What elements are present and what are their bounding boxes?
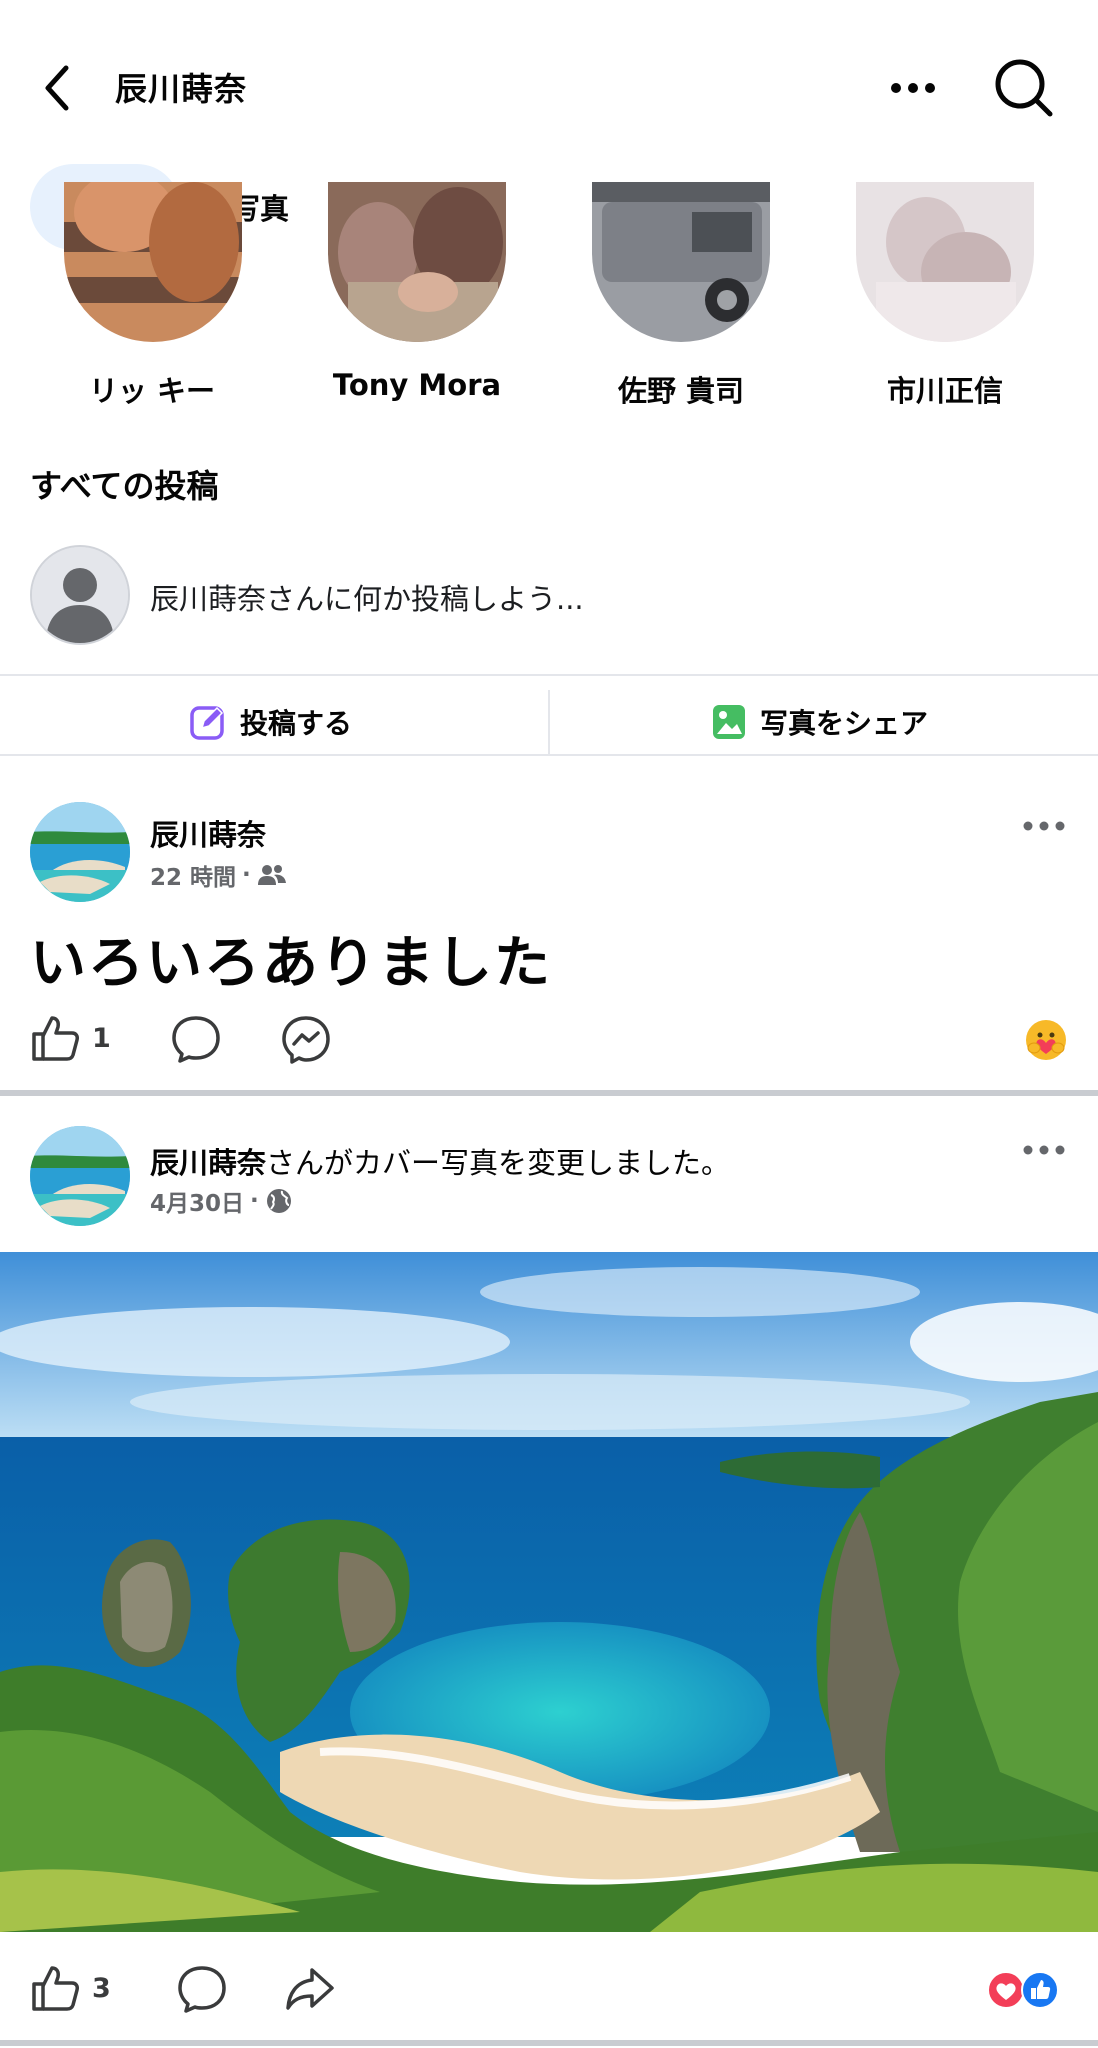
like-button[interactable]: 3: [30, 1964, 111, 2012]
divider: [548, 690, 550, 754]
friend-photo-4[interactable]: [856, 182, 1034, 342]
cover-photo[interactable]: [0, 1252, 1098, 1932]
create-post-label: 投稿する: [240, 707, 353, 740]
meta-separator: ·: [250, 1188, 259, 1214]
messenger-share-button[interactable]: [280, 1014, 332, 1066]
thumbs-up-icon: [32, 1016, 79, 1061]
share-photo-label: 写真をシェア: [760, 707, 929, 740]
comment-icon: [178, 1966, 226, 2013]
friend-photo-2[interactable]: [328, 182, 506, 342]
avatar[interactable]: [30, 545, 130, 645]
comment-icon: [172, 1016, 220, 1063]
thumbs-up-icon: [32, 1966, 79, 2011]
friend-photo-3[interactable]: [592, 182, 770, 342]
post-time[interactable]: 22 時間: [150, 858, 236, 892]
feed-separator: [0, 1090, 1098, 1096]
section-title: すべての投稿: [30, 467, 219, 505]
post-text: いろいろありました: [30, 931, 552, 996]
search-button[interactable]: [988, 52, 1058, 122]
like-button[interactable]: 1: [30, 1014, 111, 1062]
more-dots-icon: [891, 83, 935, 93]
edit-icon: [190, 706, 224, 740]
create-post-button[interactable]: 投稿する: [190, 696, 352, 748]
post-author-avatar[interactable]: [30, 1126, 130, 1226]
post-more-button[interactable]: [1020, 1140, 1068, 1160]
post-author-name[interactable]: 辰川蒔奈: [150, 1146, 266, 1180]
friend-name-2[interactable]: Tony Mora: [285, 368, 549, 402]
post-meta: 4月30日 ·: [150, 1184, 293, 1218]
more-dots-icon: [1023, 821, 1065, 831]
friend-name-1[interactable]: リッ キー: [20, 368, 284, 410]
like-count: 3: [92, 1972, 111, 2004]
messenger-icon: [282, 1016, 330, 1064]
post-action-text: さんがカバー写真を変更しました。: [266, 1146, 731, 1180]
friend-name-3[interactable]: 佐野 貴司: [549, 368, 813, 410]
share-photo-button[interactable]: 写真をシェア: [712, 696, 928, 748]
post-author-name[interactable]: 辰川蒔奈: [150, 812, 266, 854]
back-button[interactable]: [30, 58, 90, 118]
post-meta: 22 時間 ·: [150, 858, 287, 892]
feed-separator: [0, 2040, 1098, 2046]
divider: [0, 674, 1098, 676]
more-dots-icon: [1023, 1145, 1065, 1155]
default-avatar-icon: [32, 547, 128, 643]
photo-icon: [713, 705, 745, 739]
share-arrow-icon: [286, 1968, 334, 2010]
care-reaction-icon[interactable]: [1024, 1018, 1068, 1066]
reactions-summary[interactable]: [986, 1970, 1068, 2010]
globe-icon: [266, 1189, 291, 1213]
like-reaction-icon: [1021, 1971, 1059, 2009]
divider: [0, 754, 1098, 756]
search-icon: [995, 59, 1053, 117]
post-author-avatar[interactable]: [30, 802, 130, 902]
friends-icon: [257, 865, 286, 885]
back-arrow-icon: [45, 65, 69, 111]
more-options-button[interactable]: [880, 70, 946, 106]
meta-separator: ·: [242, 862, 251, 888]
top-bar: 辰川蒔奈: [0, 0, 1098, 160]
post-headline: 辰川蒔奈さんがカバー写真を変更しました。: [150, 1140, 730, 1182]
share-button[interactable]: [284, 1964, 336, 2012]
like-count: 1: [92, 1022, 111, 1054]
composer-input[interactable]: 辰川蒔奈さんに何か投稿しよう...: [150, 576, 584, 618]
friend-name-4[interactable]: 市川正信: [813, 368, 1077, 410]
comment-button[interactable]: [176, 1964, 228, 2014]
comment-button[interactable]: [170, 1014, 222, 1064]
post-time[interactable]: 4月30日: [150, 1184, 244, 1218]
post-more-button[interactable]: [1020, 816, 1068, 836]
friend-photo-1[interactable]: [64, 182, 242, 342]
page-title: 辰川蒔奈: [115, 70, 248, 108]
